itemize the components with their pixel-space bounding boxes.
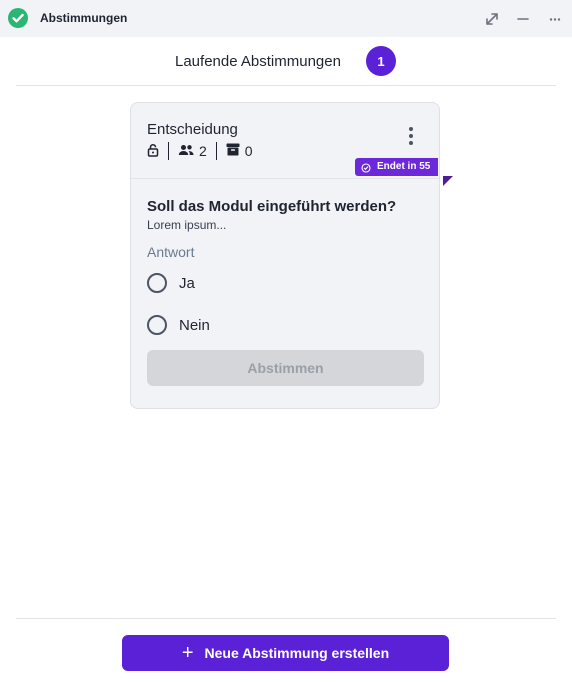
page-title: Laufende Abstimmungen [175, 53, 341, 70]
archived-count: 0 [244, 143, 253, 159]
poll-meta: 2 0 [147, 142, 253, 160]
ends-in-text: Endet in 55 [377, 161, 431, 172]
polls-panel: Laufende Abstimmungen 1 Entscheidung 2 0… [0, 37, 572, 684]
participants-count: 2 [199, 143, 207, 159]
ends-in-badge: Endet in 55 [355, 158, 439, 176]
window-title: Abstimmungen [40, 11, 128, 25]
option-ja[interactable]: Ja [147, 272, 195, 294]
create-poll-button[interactable]: + Neue Abstimmung erstellen [122, 635, 449, 671]
poll-title: Entscheidung [147, 121, 238, 138]
header-divider [16, 85, 556, 86]
footer-divider [16, 618, 556, 619]
poll-question: Soll das Modul eingeführt werden? [147, 198, 397, 215]
option-label: Nein [179, 316, 210, 334]
plus-icon: + [181, 642, 194, 664]
minimize-icon[interactable] [513, 9, 533, 29]
lock-icon [147, 143, 159, 160]
create-poll-label: Neue Abstimmung erstellen [204, 645, 390, 661]
participants-icon [178, 143, 194, 159]
option-label: Ja [179, 274, 195, 292]
radio-button[interactable] [147, 273, 167, 293]
vote-button-label: Abstimmen [247, 360, 324, 376]
option-nein[interactable]: Nein [147, 314, 210, 336]
running-count: 1 [377, 53, 385, 69]
meta-separator [215, 142, 217, 160]
vote-button[interactable]: Abstimmen [147, 350, 424, 386]
meta-separator [168, 142, 169, 160]
more-vertical-icon[interactable] [405, 126, 417, 146]
archive-icon [226, 143, 240, 159]
window-titlebar: Abstimmungen [0, 0, 572, 37]
poll-card: Entscheidung 2 0 Endet in 55 Soll das Mo… [130, 102, 453, 409]
check-circle-icon [8, 8, 28, 28]
running-count-badge: 1 [366, 46, 396, 76]
ends-badge-flap [443, 176, 453, 186]
answer-label: Antwort [147, 244, 195, 260]
radio-button[interactable] [147, 315, 167, 335]
clock-icon [361, 162, 371, 173]
poll-description: Lorem ipsum... [147, 218, 227, 232]
expand-icon[interactable] [482, 9, 502, 29]
card-divider [131, 178, 439, 179]
more-horizontal-icon[interactable] [545, 9, 565, 29]
